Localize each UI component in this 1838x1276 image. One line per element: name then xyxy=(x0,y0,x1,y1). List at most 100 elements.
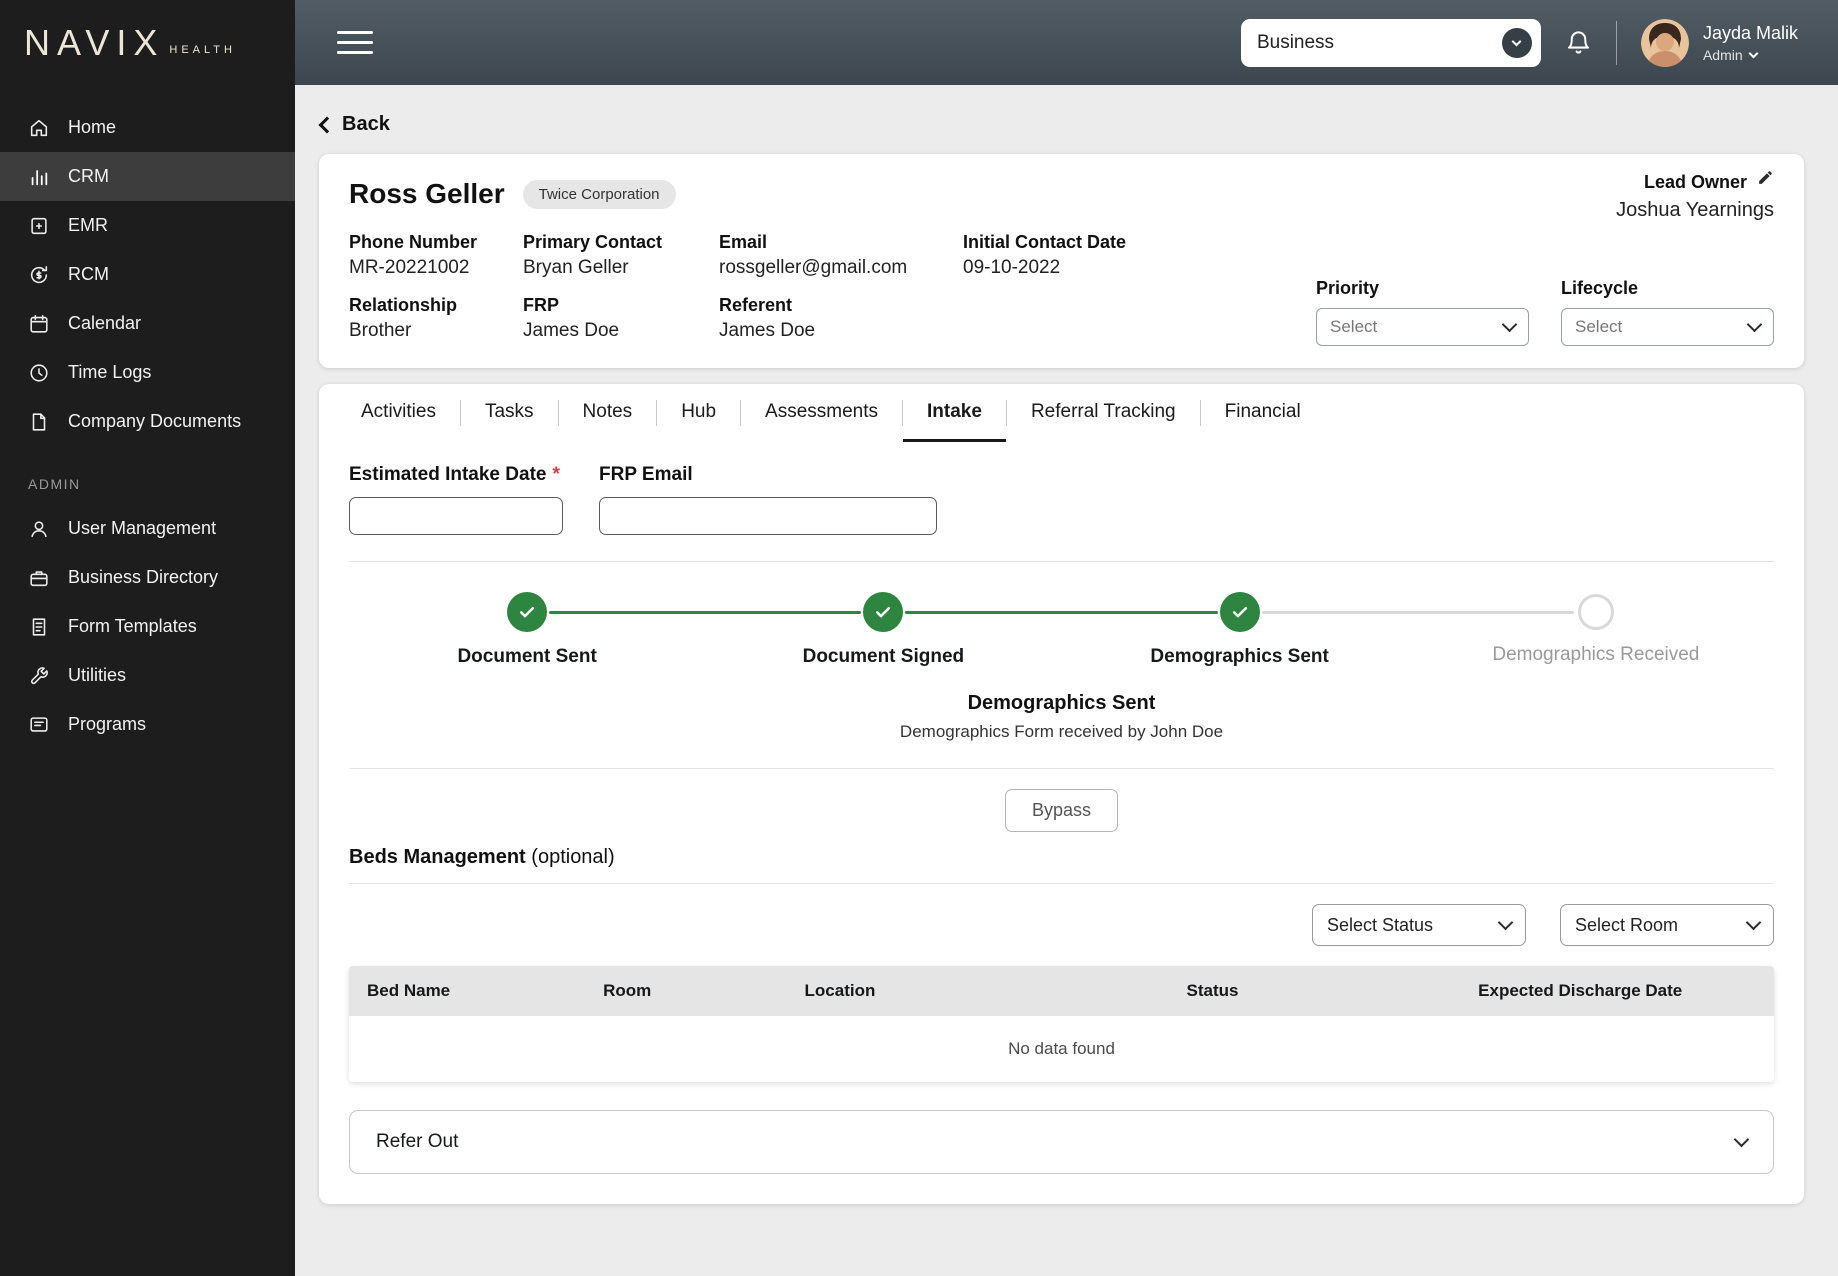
tab-financial[interactable]: Financial xyxy=(1201,384,1325,442)
user-name: Jayda Malik xyxy=(1702,22,1798,43)
tab-assessments[interactable]: Assessments xyxy=(741,384,902,442)
frp-email-group: FRP Email xyxy=(599,464,937,535)
bypass-row: Bypass xyxy=(349,789,1774,832)
lead-owner-block: Lead Owner Joshua Yearnings xyxy=(1616,169,1774,222)
sidebar-item-programs[interactable]: Programs xyxy=(0,700,295,749)
business-dropdown[interactable]: Business xyxy=(1240,18,1541,67)
tab-notes[interactable]: Notes xyxy=(559,384,657,442)
lead-header: Ross Geller Twice Corporation xyxy=(349,178,1774,210)
business-dropdown-value: Business xyxy=(1256,31,1335,53)
chevron-down-icon xyxy=(1497,914,1514,930)
col-expected-discharge-date: Expected Discharge Date xyxy=(1478,981,1683,1000)
refer-out-accordion[interactable]: Refer Out xyxy=(349,1110,1774,1174)
lifecycle-select[interactable]: Select xyxy=(1561,308,1774,346)
estimated-intake-date-input[interactable] xyxy=(349,497,563,535)
priority-select-value: Select xyxy=(1330,317,1378,336)
sidebar-item-label: Calendar xyxy=(68,313,142,333)
beds-management-title: Beds Management xyxy=(349,846,526,868)
sidebar-item-home[interactable]: Home xyxy=(0,103,295,152)
select-room-dropdown[interactable]: Select Room xyxy=(1560,904,1774,946)
sidebar-item-business-directory[interactable]: Business Directory xyxy=(0,553,295,602)
sidebar-item-label: RCM xyxy=(68,264,109,284)
user-role-label: Admin xyxy=(1702,46,1743,63)
dropdown-circle-icon[interactable] xyxy=(1501,27,1532,58)
back-button[interactable]: Back xyxy=(318,113,390,136)
field-relationship: Relationship Brother xyxy=(349,295,458,341)
home-icon xyxy=(30,119,48,136)
beds-table-header: Bed Name Room Location Status Expected D… xyxy=(349,966,1774,1016)
sidebar-item-label: Business Directory xyxy=(68,567,219,587)
tab-activities[interactable]: Activities xyxy=(349,384,460,442)
sidebar-item-time-logs[interactable]: Time Logs xyxy=(0,348,295,397)
app-window: NAVIX HEALTH Home CRM EMR RCM Calendar T… xyxy=(0,0,1838,1276)
user-icon xyxy=(31,520,47,537)
sidebar-item-utilities[interactable]: Utilities xyxy=(0,651,295,700)
bypass-button[interactable]: Bypass xyxy=(1004,789,1119,832)
sidebar-item-calendar[interactable]: Calendar xyxy=(0,299,295,348)
topbar-divider xyxy=(1615,20,1617,65)
wrench-icon xyxy=(31,666,48,684)
priority-select[interactable]: Select xyxy=(1316,308,1529,346)
step-status-block: Demographics Sent Demographics Form rece… xyxy=(349,692,1774,742)
sidebar-item-user-management[interactable]: User Management xyxy=(0,504,295,553)
intake-stepper: Document Sent Document Signed Demographi… xyxy=(349,592,1774,668)
file-plus-icon xyxy=(31,217,47,234)
estimated-intake-date-label: Estimated Intake Date xyxy=(349,464,547,485)
sidebar-item-label: Form Templates xyxy=(68,616,197,636)
tab-tasks[interactable]: Tasks xyxy=(461,384,558,442)
estimated-intake-date-group: Estimated Intake Date * xyxy=(349,464,563,535)
check-circle-icon xyxy=(863,592,904,632)
main-column: Business Jayda Malik Admin Back Ross Gel… xyxy=(295,0,1838,1276)
field-email: Email rossgeller@gmail.com xyxy=(719,232,908,278)
lead-summary-card: Ross Geller Twice Corporation Lead Owner… xyxy=(319,154,1804,368)
lead-name: Ross Geller xyxy=(349,178,505,209)
sidebar-item-label: Utilities xyxy=(68,665,127,685)
bell-icon[interactable] xyxy=(1565,29,1592,56)
sidebar-admin-nav: User Management Business Directory Form … xyxy=(0,504,295,749)
sidebar-item-label: Company Documents xyxy=(68,411,242,431)
chevron-down-icon xyxy=(1745,914,1762,930)
intake-form: Estimated Intake Date * FRP Email xyxy=(349,464,1774,535)
dollar-refresh-icon xyxy=(30,265,48,283)
lifecycle-label: Lifecycle xyxy=(1561,278,1639,298)
edit-pencil-icon[interactable] xyxy=(1757,169,1774,186)
lead-selects: Priority Select Lifecycle Select xyxy=(1316,278,1774,346)
beds-table: Bed Name Room Location Status Expected D… xyxy=(349,966,1774,1082)
sidebar-item-form-templates[interactable]: Form Templates xyxy=(0,602,295,651)
sidebar-item-emr[interactable]: EMR xyxy=(0,201,295,250)
field-phone-number: Phone Number MR-20221002 xyxy=(349,232,478,278)
select-status-dropdown[interactable]: Select Status xyxy=(1312,904,1526,946)
priority-group: Priority Select xyxy=(1316,278,1529,346)
brand-name: NAVIX xyxy=(24,21,165,63)
bar-chart-icon xyxy=(31,169,48,185)
hamburger-menu-icon[interactable] xyxy=(337,24,373,61)
topbar: Business Jayda Malik Admin xyxy=(295,0,1838,85)
no-data-row: No data found xyxy=(349,1016,1774,1082)
tab-hub[interactable]: Hub xyxy=(657,384,740,442)
avatar[interactable] xyxy=(1640,18,1689,67)
lifecycle-group: Lifecycle Select xyxy=(1561,278,1774,346)
sidebar-item-rcm[interactable]: RCM xyxy=(0,250,295,299)
programs-icon xyxy=(30,716,48,732)
user-role[interactable]: Admin xyxy=(1703,47,1798,63)
briefcase-icon xyxy=(30,570,48,586)
sidebar: NAVIX HEALTH Home CRM EMR RCM Calendar T… xyxy=(0,0,295,1276)
required-asterisk: * xyxy=(552,464,560,485)
tab-intake[interactable]: Intake xyxy=(903,384,1006,442)
chevron-down-icon xyxy=(1748,48,1759,58)
bed-filters: Select Status Select Room xyxy=(349,904,1774,946)
step-document-sent: Document Sent xyxy=(349,592,705,668)
file-lines-icon xyxy=(32,617,46,636)
frp-email-input[interactable] xyxy=(599,497,937,535)
step-demographics-sent: Demographics Sent xyxy=(905,592,1418,668)
sidebar-item-company-documents[interactable]: Company Documents xyxy=(0,397,295,446)
sidebar-item-label: Programs xyxy=(68,714,147,734)
empty-circle-icon xyxy=(1577,594,1614,630)
sidebar-item-crm[interactable]: CRM xyxy=(0,152,295,201)
tab-referral-tracking[interactable]: Referral Tracking xyxy=(1007,384,1200,442)
chevron-left-icon xyxy=(318,116,336,133)
topbar-right: Business Jayda Malik Admin xyxy=(1240,18,1798,67)
clock-icon xyxy=(30,363,48,382)
refer-out-label: Refer Out xyxy=(376,1131,459,1152)
user-menu[interactable]: Jayda Malik Admin xyxy=(1640,18,1798,67)
